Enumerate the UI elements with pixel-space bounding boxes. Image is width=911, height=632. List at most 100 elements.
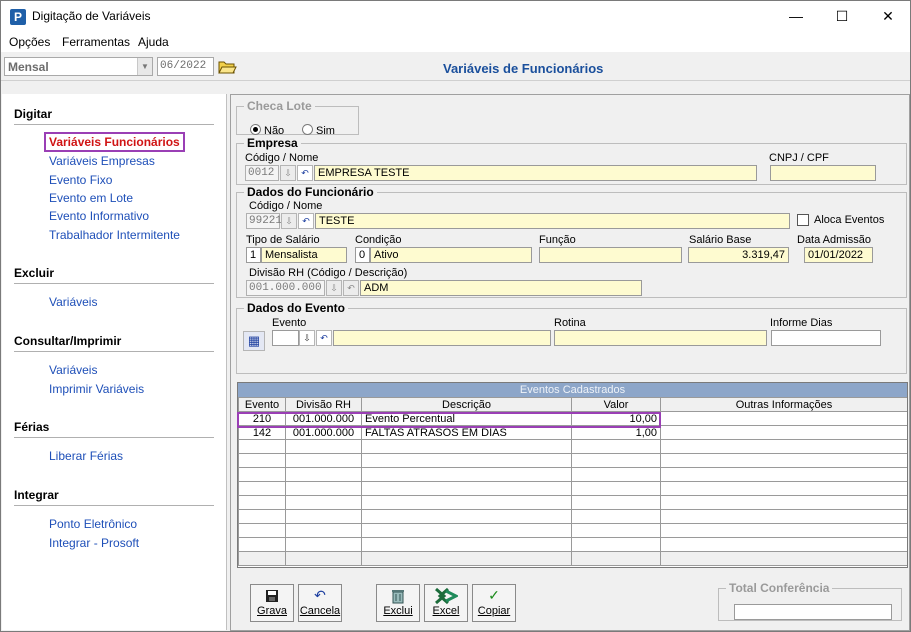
cell-evento[interactable]: 142	[238, 425, 286, 440]
cell-outras[interactable]	[660, 425, 907, 440]
col-header-divisao[interactable]: Divisão RH	[285, 397, 362, 412]
sidebar-item-excluir-variaveis[interactable]: Variáveis	[49, 295, 97, 309]
excel-icon	[425, 585, 467, 605]
undo-icon[interactable]: ↶	[343, 280, 359, 296]
maximize-button[interactable]: ☐	[819, 1, 865, 32]
sidebar-item-variaveis-empresas[interactable]: Variáveis Empresas	[49, 154, 155, 168]
table-row[interactable]	[238, 537, 907, 552]
cell-evento[interactable]: 210	[238, 411, 286, 426]
funcionario-codigo-field[interactable]: 99221	[246, 213, 282, 229]
empresa-nome-field[interactable]: EMPRESA TESTE	[314, 165, 757, 181]
download-arrow-icon[interactable]: ⇩	[281, 213, 297, 229]
download-arrow-icon[interactable]: ⇩	[299, 330, 315, 346]
sidebar-item-evento-informativo[interactable]: Evento Informativo	[49, 209, 149, 223]
table-row[interactable]	[238, 467, 907, 482]
undo-icon[interactable]: ↶	[298, 213, 314, 229]
chevron-down-icon[interactable]: ▼	[137, 58, 152, 75]
table-row[interactable]	[238, 453, 907, 468]
table-row[interactable]	[238, 509, 907, 524]
copiar-button[interactable]: ✓ Copiar	[472, 584, 516, 622]
salario-base-field[interactable]: 3.319,47	[688, 247, 789, 263]
radio-selected-icon[interactable]	[250, 124, 261, 135]
divisao-rh-code[interactable]: 001.000.000	[246, 280, 325, 296]
rotina-field[interactable]	[554, 330, 767, 346]
table-row[interactable]	[238, 523, 907, 538]
col-header-outras[interactable]: Outras Informações	[660, 397, 907, 412]
download-arrow-icon[interactable]: ⇩	[280, 165, 296, 181]
cnpj-field[interactable]	[770, 165, 876, 181]
download-arrow-icon[interactable]: ⇩	[326, 280, 342, 296]
cell-outras[interactable]	[660, 411, 907, 426]
period-select[interactable]: Mensal ▼	[4, 57, 153, 76]
sidebar-item-evento-lote[interactable]: Evento em Lote	[49, 191, 133, 205]
exclui-button[interactable]: Exclui	[376, 584, 420, 622]
radio-icon[interactable]	[302, 124, 313, 135]
menu-ferramentas[interactable]: Ferramentas	[62, 35, 130, 49]
sidebar-item-variaveis-funcionarios[interactable]: Variáveis Funcionários	[44, 132, 185, 152]
menu-ajuda[interactable]: Ajuda	[138, 35, 169, 49]
title-bar: P Digitação de Variáveis — ☐ ✕	[1, 1, 910, 32]
minimize-button[interactable]: —	[773, 1, 819, 32]
tipo-salario-code[interactable]: 1	[246, 247, 261, 263]
informe-dias-field[interactable]	[771, 330, 881, 346]
sidebar-item-evento-fixo[interactable]: Evento Fixo	[49, 173, 112, 187]
sidebar-section-excluir: Excluir	[14, 266, 55, 280]
competence-date-field[interactable]: 06/2022	[157, 57, 214, 76]
divider	[14, 283, 214, 284]
sidebar-item-liberar-ferias[interactable]: Liberar Férias	[49, 449, 123, 463]
sidebar-section-consultar: Consultar/Imprimir	[14, 334, 122, 348]
col-header-valor[interactable]: Valor	[571, 397, 661, 412]
undo-icon[interactable]: ↶	[316, 330, 332, 346]
funcao-field[interactable]	[539, 247, 682, 263]
cell-valor[interactable]: 10,00	[571, 411, 661, 426]
aloca-eventos-checkbox[interactable]	[797, 214, 809, 226]
grava-button[interactable]: Grava	[250, 584, 294, 622]
data-admissao-label: Data Admissão	[797, 234, 871, 246]
checa-lote-legend: Checa Lote	[247, 99, 312, 113]
cell-divisao[interactable]: 001.000.000	[285, 411, 362, 426]
condicao-desc[interactable]: Ativo	[370, 247, 532, 263]
page-title: Variáveis de Funcionários	[443, 61, 604, 76]
tipo-salario-desc[interactable]: Mensalista	[261, 247, 347, 263]
evento-desc-field[interactable]	[333, 330, 551, 346]
cancela-button[interactable]: ↶ Cancela	[298, 584, 342, 622]
table-row[interactable]	[238, 439, 907, 454]
menu-opcoes[interactable]: Opções	[9, 35, 50, 49]
grid-title: Eventos Cadastrados	[238, 383, 907, 397]
close-button[interactable]: ✕	[865, 1, 911, 32]
cell-descricao[interactable]: Evento Percentual	[361, 411, 572, 426]
table-row[interactable]	[238, 551, 907, 566]
save-icon	[251, 585, 293, 605]
cell-descricao[interactable]: FALTAS ATRASOS EM DIAS	[361, 425, 572, 440]
total-conferencia-field[interactable]	[734, 604, 892, 620]
table-row[interactable]	[238, 495, 907, 510]
period-value: Mensal	[8, 60, 49, 74]
excel-button[interactable]: Excel	[424, 584, 468, 622]
eventos-table: Evento Divisão RH Descrição Valor Outras…	[238, 397, 907, 566]
col-header-descricao[interactable]: Descrição	[361, 397, 572, 412]
open-folder-icon[interactable]	[217, 57, 237, 76]
divisao-rh-desc[interactable]: ADM	[360, 280, 642, 296]
undo-icon[interactable]: ↶	[297, 165, 313, 181]
cell-divisao[interactable]: 001.000.000	[285, 425, 362, 440]
evento-code-field[interactable]	[272, 330, 299, 346]
evento-legend: Dados do Evento	[247, 301, 346, 315]
table-row[interactable]	[238, 481, 907, 496]
empresa-codigo-field[interactable]: 0012	[245, 165, 279, 181]
table-row[interactable]: 210 001.000.000 Evento Percentual 10,00	[238, 411, 907, 426]
condicao-code[interactable]: 0	[355, 247, 370, 263]
informe-dias-label: Informe Dias	[770, 317, 833, 329]
data-admissao-field[interactable]: 01/01/2022	[804, 247, 873, 263]
sidebar-item-consultar-variaveis[interactable]: Variáveis	[49, 363, 97, 377]
sidebar-item-trabalhador-intermitente[interactable]: Trabalhador Intermitente	[49, 228, 180, 242]
funcionario-nome-field[interactable]: TESTE	[315, 213, 790, 229]
cell-valor[interactable]: 1,00	[571, 425, 661, 440]
col-header-evento[interactable]: Evento	[238, 397, 286, 412]
book-icon[interactable]: ▦	[243, 331, 265, 351]
table-row[interactable]: 142 001.000.000 FALTAS ATRASOS EM DIAS 1…	[238, 425, 907, 440]
sidebar-item-integrar-prosoft[interactable]: Integrar - Prosoft	[49, 536, 139, 550]
divider	[14, 124, 214, 125]
empresa-legend: Empresa	[247, 136, 298, 150]
sidebar-item-imprimir-variaveis[interactable]: Imprimir Variáveis	[49, 382, 144, 396]
sidebar-item-ponto-eletronico[interactable]: Ponto Eletrônico	[49, 517, 137, 531]
